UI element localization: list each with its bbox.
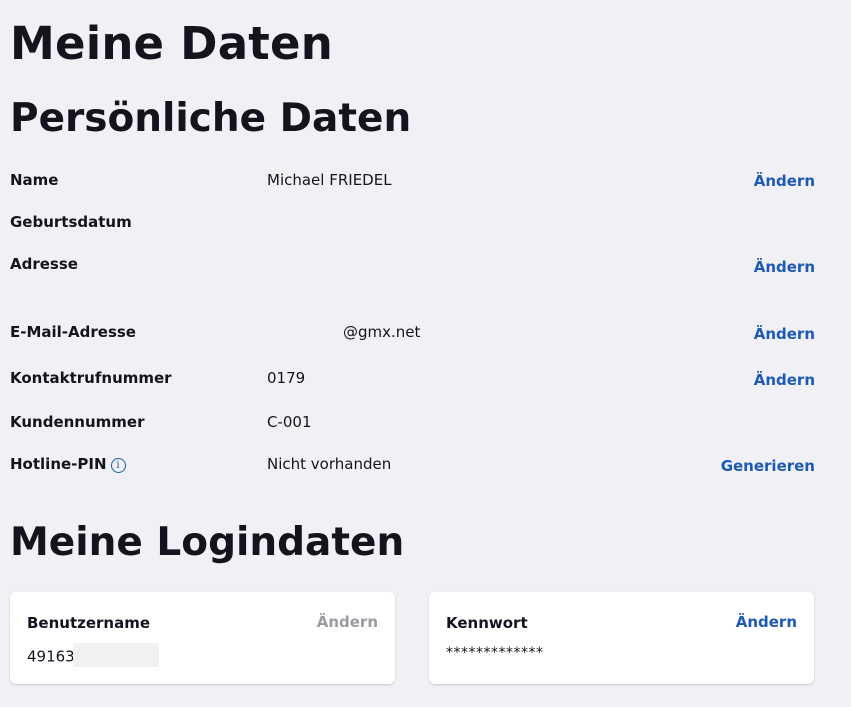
generate-pin-button[interactable]: Generieren bbox=[721, 455, 815, 477]
row-email: E-Mail-Adresse @gmx.net Ändern bbox=[10, 321, 815, 345]
password-card: Kennwort Ändern ************* bbox=[429, 592, 814, 684]
hotline-pin-label-wrap: Hotline-PIN i bbox=[10, 453, 126, 475]
edit-address-button[interactable]: Ändern bbox=[754, 256, 815, 278]
email-value: @gmx.net bbox=[343, 323, 421, 341]
row-phone: Kontaktrufnummer 0179 Ändern bbox=[10, 367, 815, 391]
address-label: Adresse bbox=[10, 255, 78, 273]
page-title: Meine Daten bbox=[10, 17, 333, 70]
hotline-pin-value: Nicht vorhanden bbox=[267, 455, 392, 473]
redacted-block bbox=[72, 643, 159, 667]
row-name: Name Michael FRIEDEL Ändern bbox=[10, 169, 815, 193]
meine-daten-page: Meine Daten Persönliche Daten Name Micha… bbox=[0, 0, 851, 707]
phone-value: 0179 bbox=[267, 369, 306, 387]
username-value-wrap: 49163 bbox=[27, 643, 159, 669]
email-label: E-Mail-Adresse bbox=[10, 323, 136, 341]
info-icon[interactable]: i bbox=[110, 458, 126, 473]
customer-number-value: C-001 bbox=[267, 413, 312, 431]
name-value: Michael FRIEDEL bbox=[267, 171, 392, 189]
edit-username-button[interactable]: Ändern bbox=[317, 611, 378, 633]
row-customer-number: Kundennummer C-001 bbox=[10, 411, 815, 435]
phone-label: Kontaktrufnummer bbox=[10, 369, 172, 387]
password-value: ************* bbox=[446, 645, 544, 661]
login-data-heading: Meine Logindaten bbox=[10, 520, 405, 565]
edit-phone-button[interactable]: Ändern bbox=[754, 369, 815, 391]
birthdate-label: Geburtsdatum bbox=[10, 213, 132, 231]
name-label: Name bbox=[10, 171, 59, 189]
edit-email-button[interactable]: Ändern bbox=[754, 323, 815, 345]
row-address: Adresse Ändern bbox=[10, 253, 815, 277]
edit-name-button[interactable]: Ändern bbox=[754, 170, 815, 192]
edit-password-button[interactable]: Ändern bbox=[736, 611, 797, 633]
personal-data-heading: Persönliche Daten bbox=[10, 96, 412, 141]
customer-number-label: Kundennummer bbox=[10, 413, 145, 431]
password-label: Kennwort bbox=[446, 614, 528, 632]
username-label: Benutzername bbox=[27, 614, 151, 632]
hotline-pin-label: Hotline-PIN bbox=[10, 455, 107, 473]
row-birthdate: Geburtsdatum bbox=[10, 211, 815, 235]
username-card: Benutzername Ändern 49163 bbox=[10, 592, 395, 684]
row-hotline-pin: Hotline-PIN i Nicht vorhanden Generieren bbox=[10, 453, 815, 477]
username-value: 49163 bbox=[27, 647, 75, 666]
